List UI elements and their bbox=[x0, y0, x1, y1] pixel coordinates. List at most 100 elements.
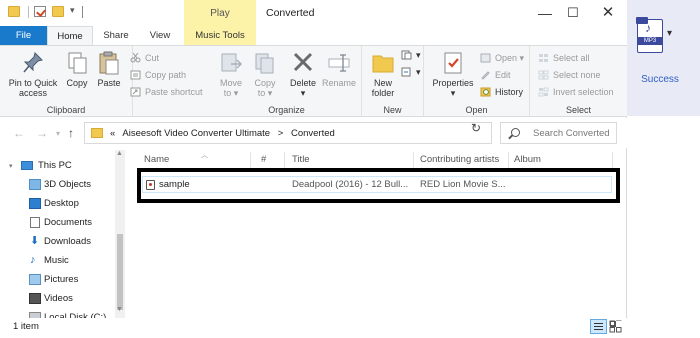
new-folder-button[interactable]: New folder bbox=[366, 50, 400, 98]
column-header-album[interactable]: Album bbox=[514, 154, 574, 168]
history-button[interactable]: History bbox=[480, 85, 523, 99]
column-divider[interactable] bbox=[250, 152, 251, 168]
nav-label: Music bbox=[44, 255, 69, 266]
easy-access-button[interactable]: ▾ bbox=[401, 65, 421, 79]
up-arrow-icon[interactable]: ↑ bbox=[68, 126, 74, 140]
music-note-icon: ♪ bbox=[30, 254, 36, 266]
tab-music-tools[interactable]: Music Tools bbox=[184, 26, 256, 45]
search-input[interactable]: Search Converted bbox=[500, 122, 617, 144]
address-row: ← → ▾ ↑ « Aiseesoft Video Converter Ulti… bbox=[0, 118, 627, 148]
new-group-label: New bbox=[383, 105, 402, 115]
column-divider[interactable] bbox=[284, 152, 285, 168]
open-icon bbox=[480, 53, 491, 63]
new-folder-label: New bbox=[373, 78, 392, 88]
move-to-label: Move bbox=[219, 78, 242, 88]
file-list: ︿ Name # Title Contributing artists Albu… bbox=[136, 150, 616, 318]
nav-pane-scrollbar[interactable]: ▲ ▼ bbox=[115, 150, 125, 318]
breadcrumb-item[interactable]: Aiseesoft Video Converter Ultimate bbox=[122, 128, 270, 139]
computer-icon bbox=[21, 161, 33, 170]
select-all-button[interactable]: Select all bbox=[538, 51, 590, 65]
properties-label: Properties bbox=[432, 78, 474, 88]
details-view-button[interactable] bbox=[590, 319, 607, 334]
easy-access-dropdown-icon: ▾ bbox=[416, 67, 421, 77]
refresh-icon[interactable]: ↻ bbox=[471, 121, 481, 135]
copy-to-icon bbox=[253, 50, 277, 76]
select-none-button[interactable]: Select none bbox=[538, 68, 601, 82]
copy-icon bbox=[65, 50, 89, 76]
open-button[interactable]: Open ▾ bbox=[480, 51, 524, 65]
table-row[interactable]: sample Deadpool (2016) - 12 Bull... RED … bbox=[142, 176, 612, 193]
select-all-icon bbox=[538, 53, 549, 63]
title-bar: ▾ Play Converted — ☐ ✕ bbox=[0, 0, 627, 26]
pin-to-quick-access-button[interactable]: Pin to Quick access bbox=[4, 50, 62, 98]
new-item-button[interactable]: ▾ bbox=[401, 48, 421, 62]
column-header-name[interactable]: ︿ Name bbox=[144, 152, 254, 168]
history-icon bbox=[480, 87, 491, 97]
move-to-button[interactable]: Move to ▾ bbox=[214, 50, 248, 98]
move-to-label-2: to ▾ bbox=[223, 88, 239, 98]
breadcrumb-separator[interactable]: > bbox=[278, 128, 284, 139]
delete-button[interactable]: Delete ▾ bbox=[286, 50, 320, 98]
success-status: Success bbox=[641, 74, 679, 85]
column-header-number[interactable]: # bbox=[261, 154, 281, 168]
nav-label: Documents bbox=[44, 217, 93, 228]
folder-icon bbox=[91, 128, 103, 138]
tab-home[interactable]: Home bbox=[47, 26, 93, 45]
column-divider[interactable] bbox=[612, 152, 613, 168]
copy-path-icon bbox=[130, 70, 141, 80]
scroll-down-icon[interactable]: ▼ bbox=[116, 306, 123, 313]
rename-button[interactable]: Rename bbox=[320, 50, 358, 88]
large-icons-view-button[interactable] bbox=[609, 320, 622, 333]
invert-selection-label: Invert selection bbox=[553, 87, 614, 97]
breadcrumb-item[interactable]: Converted bbox=[291, 128, 335, 139]
file-explorer-window: ▾ Play Converted — ☐ ✕ File Home Share V… bbox=[0, 0, 627, 338]
invert-selection-button[interactable]: Invert selection bbox=[538, 85, 614, 99]
item-count: 1 item bbox=[13, 321, 39, 332]
customize-quick-access-icon[interactable]: ▾ bbox=[70, 5, 75, 16]
chevron-down-icon[interactable]: ▾ bbox=[9, 159, 13, 175]
file-title: Deadpool (2016) - 12 Bull... bbox=[292, 179, 409, 190]
copy-path-button[interactable]: Copy path bbox=[130, 68, 186, 82]
pictures-icon bbox=[29, 274, 41, 285]
copy-label: Copy bbox=[66, 78, 88, 88]
edit-button[interactable]: Edit bbox=[480, 68, 511, 82]
chevron-down-icon[interactable]: ▾ bbox=[667, 28, 672, 39]
scrollbar-thumb[interactable] bbox=[117, 234, 123, 310]
paste-icon bbox=[97, 50, 121, 76]
delete-label: Delete bbox=[289, 78, 316, 88]
properties-check-icon[interactable] bbox=[34, 6, 46, 17]
recent-locations-icon[interactable]: ▾ bbox=[56, 129, 60, 138]
column-divider[interactable] bbox=[413, 152, 414, 168]
media-file-icon bbox=[146, 180, 155, 190]
breadcrumb-overflow[interactable]: « bbox=[110, 128, 115, 139]
properties-button[interactable]: Properties ▾ bbox=[428, 50, 478, 98]
folder-icon bbox=[8, 6, 20, 17]
tab-share[interactable]: Share bbox=[96, 26, 136, 45]
forward-arrow-icon[interactable]: → bbox=[36, 126, 48, 140]
tab-view[interactable]: View bbox=[140, 26, 180, 45]
conversion-status-panel: ♪ MP3 ▾ Success bbox=[627, 0, 700, 116]
column-divider[interactable] bbox=[508, 152, 509, 168]
cut-button[interactable]: Cut bbox=[130, 51, 159, 65]
mp3-file-icon[interactable]: ♪ MP3 bbox=[636, 17, 663, 53]
navigation-pane: ▾ This PC 3D Objects Desktop Documents ⬇… bbox=[0, 150, 127, 318]
column-header-title[interactable]: Title bbox=[292, 154, 402, 168]
tab-file[interactable]: File bbox=[0, 26, 47, 45]
scissors-icon bbox=[130, 52, 141, 63]
delete-dropdown-icon: ▾ bbox=[300, 88, 306, 98]
paste-button[interactable]: Paste bbox=[94, 50, 124, 88]
close-button[interactable]: ✕ bbox=[588, 0, 628, 26]
paste-shortcut-button[interactable]: Paste shortcut bbox=[130, 85, 203, 99]
column-header-contributing-artists[interactable]: Contributing artists bbox=[420, 154, 510, 168]
new-folder-icon[interactable] bbox=[52, 6, 64, 17]
address-bar[interactable]: « Aiseesoft Video Converter Ultimate > C… bbox=[84, 122, 537, 144]
copy-button[interactable]: Copy bbox=[62, 50, 92, 88]
pin-icon bbox=[21, 50, 45, 76]
divider bbox=[28, 6, 29, 18]
search-icon bbox=[511, 128, 520, 137]
maximize-button[interactable]: ☐ bbox=[553, 0, 593, 26]
copy-to-label: Copy bbox=[254, 78, 276, 88]
copy-to-button[interactable]: Copy to ▾ bbox=[248, 50, 282, 98]
scroll-up-icon[interactable]: ▲ bbox=[116, 150, 123, 157]
back-arrow-icon[interactable]: ← bbox=[13, 126, 25, 140]
